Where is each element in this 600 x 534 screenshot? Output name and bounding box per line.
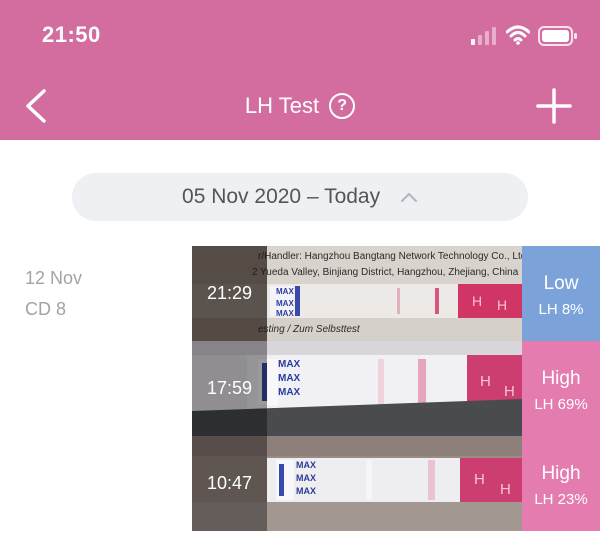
wifi-icon xyxy=(506,25,530,45)
lh-percentage: LH 69% xyxy=(534,396,588,413)
strip-print-line2: 2 Yueda Valley, Binjiang District, Hangz… xyxy=(252,267,519,278)
max-label: MAX xyxy=(278,373,301,384)
strip-brand-mark: H xyxy=(474,471,485,488)
add-icon[interactable] xyxy=(534,86,574,126)
strip-print-footer: esting / Zum Selbsttest xyxy=(258,324,361,335)
strip-brand-mark: H xyxy=(497,297,507,313)
result-level: High xyxy=(541,463,581,484)
max-label: MAX xyxy=(296,460,316,470)
result-badge: High LH 69% xyxy=(522,341,600,436)
page-title: LH Test xyxy=(244,93,320,119)
test-time: 17:59 xyxy=(206,378,253,398)
strip-brand-mark: H xyxy=(500,481,511,498)
strip-brand-mark: H xyxy=(480,373,491,390)
date-range-label: 05 Nov 2020 – Today xyxy=(182,185,381,208)
date-range-selector[interactable]: 05 Nov 2020 – Today xyxy=(72,173,528,221)
max-label: MAX xyxy=(276,299,294,308)
max-label: MAX xyxy=(276,309,294,318)
result-badge: Low LH 8% xyxy=(522,246,600,341)
help-icon[interactable]: ? xyxy=(329,93,356,120)
test-row[interactable]: r/Handler: Hangzhou Bangtang Network Tec… xyxy=(192,246,600,341)
max-label: MAX xyxy=(278,387,301,398)
max-label: MAX xyxy=(276,287,294,296)
test-row[interactable]: MAX MAX MAX H H 17:59 High LH 69% xyxy=(192,341,600,436)
max-label: MAX xyxy=(278,359,301,370)
strip-brand-mark: H xyxy=(504,383,515,400)
result-level: High xyxy=(541,368,581,389)
test-time: 21:29 xyxy=(206,283,253,303)
max-label: MAX xyxy=(296,473,316,483)
status-time: 21:50 xyxy=(42,22,101,47)
result-level: Low xyxy=(543,273,579,294)
strip-print-line1: r/Handler: Hangzhou Bangtang Network Tec… xyxy=(258,251,522,262)
test-time: 10:47 xyxy=(206,473,253,493)
lh-percentage: LH 8% xyxy=(538,301,584,318)
signal-icon xyxy=(471,27,496,45)
max-label: MAX xyxy=(296,486,316,496)
lh-percentage: LH 23% xyxy=(534,491,588,508)
nav-title: LH Test? xyxy=(0,92,600,120)
app-header: 21:50 LH Test? xyxy=(0,0,600,140)
strip-brand-mark: H xyxy=(472,293,482,309)
result-badge: High LH 23% xyxy=(522,436,600,531)
cycle-day: CD 8 xyxy=(25,299,67,319)
chevron-up-icon xyxy=(400,193,418,203)
battery-icon xyxy=(538,26,577,46)
test-row[interactable]: MAX MAX MAX H H 10:47 High LH 23% xyxy=(192,436,600,531)
day-date: 12 Nov xyxy=(25,268,83,288)
